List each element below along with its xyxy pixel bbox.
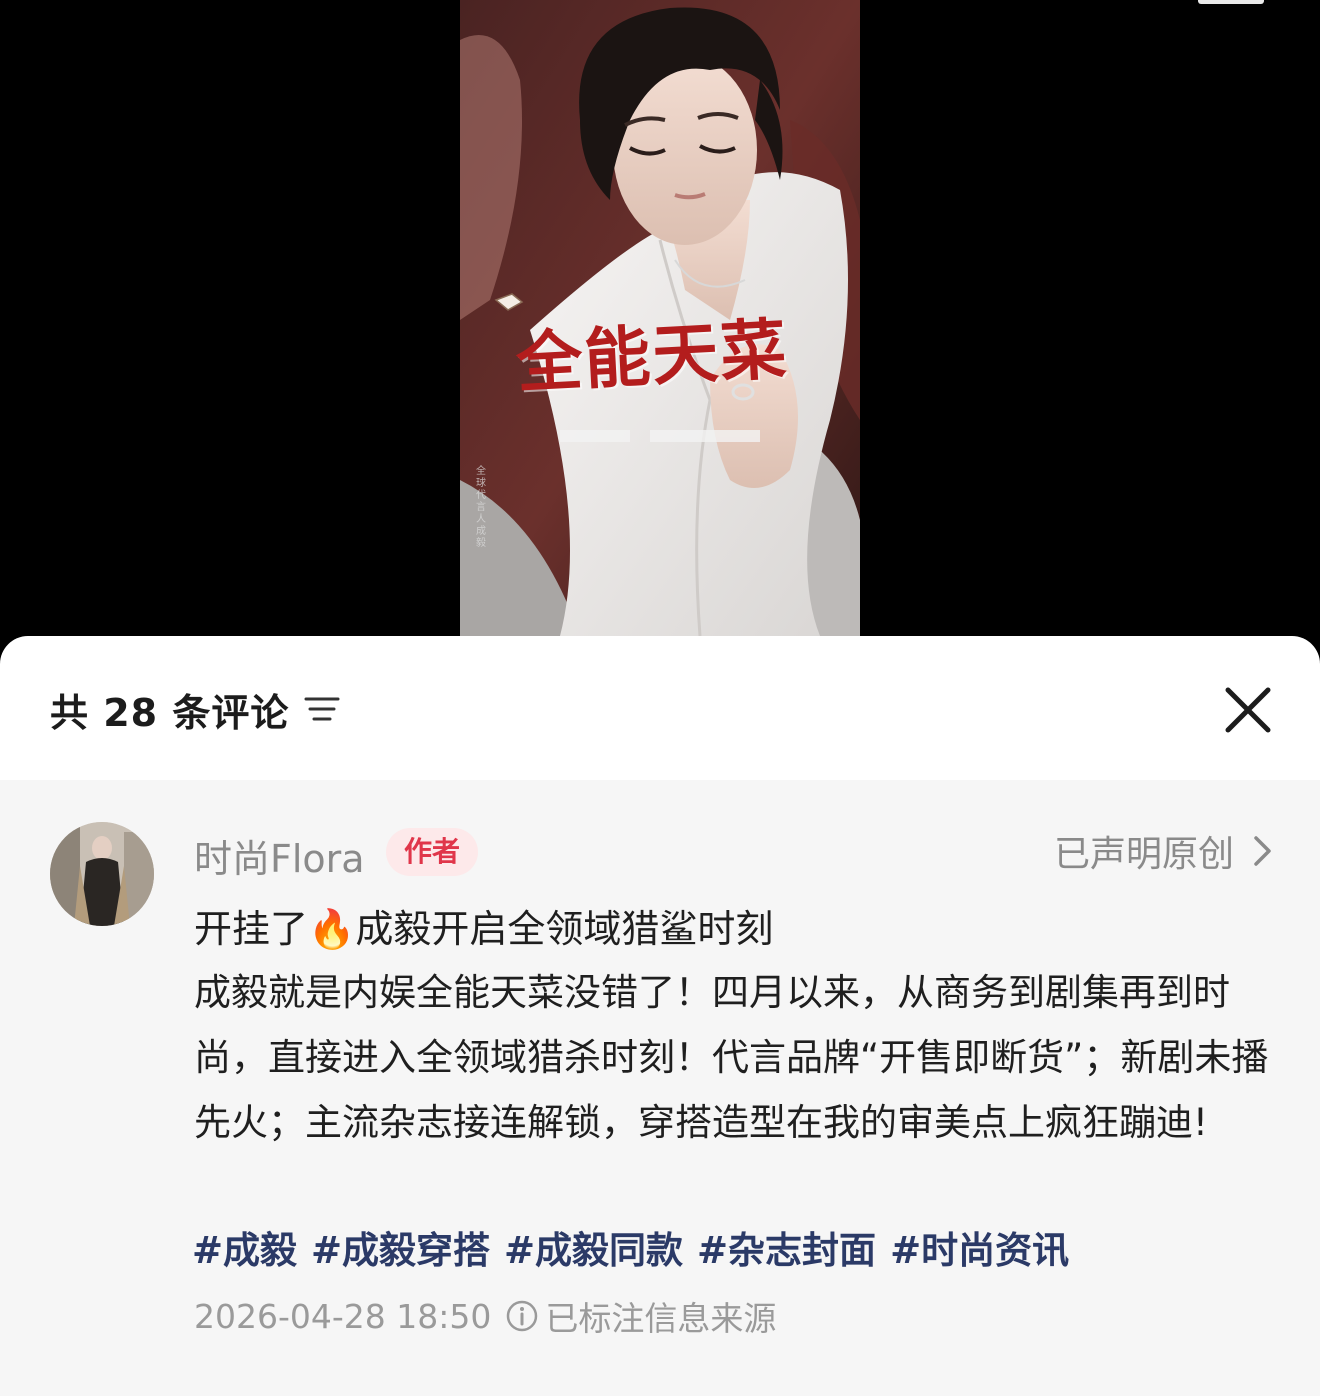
hashtag[interactable]: #成毅同款 — [504, 1220, 683, 1274]
poster-title: 全能天菜 — [514, 309, 791, 403]
source-note[interactable]: 已标注信息来源 — [545, 1292, 776, 1340]
comment-body: 成毅就是内娱全能天菜没错了！四月以来，从商务到剧集再到时尚，直接进入全领域猎杀时… — [194, 971, 1269, 1144]
hashtag[interactable]: #成毅 — [192, 1220, 297, 1274]
poster-image[interactable]: 全能天菜 全球代言人 成毅 — [460, 0, 860, 636]
close-icon[interactable] — [1220, 682, 1276, 738]
hashtag[interactable]: #杂志封面 — [697, 1220, 876, 1274]
author-badge: 作者 — [386, 828, 479, 876]
avatar-image — [50, 822, 154, 926]
info-icon[interactable] — [505, 1299, 539, 1333]
comment-item: 时尚Flora 作者 已声明原创 开挂了🔥成毅开启全领域猎鲨时刻 成毅就是内娱全… — [0, 780, 1320, 1396]
comments-header: 共 28 条评论 — [0, 636, 1320, 780]
username[interactable]: 时尚Flora — [194, 828, 365, 883]
original-statement-label: 已声明原创 — [1053, 834, 1234, 875]
comment-title: 开挂了🔥成毅开启全领域猎鲨时刻 — [194, 907, 774, 951]
poster-vertical-text: 全球代言人 成毅 — [476, 466, 486, 549]
avatar[interactable] — [50, 822, 154, 926]
hashtag[interactable]: #时尚资讯 — [890, 1220, 1069, 1274]
chevron-right-icon — [1254, 836, 1271, 866]
comments-sheet: 共 28 条评论 时尚Flora 作者 已声明原创 开挂了🔥成毅开启全领域猎鲨时… — [0, 636, 1320, 1396]
hashtag[interactable]: #成毅穿搭 — [311, 1220, 490, 1274]
hashtag-list: #成毅 #成毅穿搭 #成毅同款 #杂志封面 #时尚资讯 — [192, 1220, 1069, 1274]
original-statement-link[interactable]: 已声明原创 — [1053, 828, 1274, 875]
timestamp: 2026-04-28 18:50 — [194, 1296, 492, 1336]
comment-meta: 2026-04-28 18:50 已标注信息来源 — [194, 1292, 776, 1340]
comments-count: 共 28 条评论 — [50, 691, 290, 735]
top-indicator — [1198, 0, 1264, 4]
sort-filter-icon[interactable] — [302, 694, 342, 724]
